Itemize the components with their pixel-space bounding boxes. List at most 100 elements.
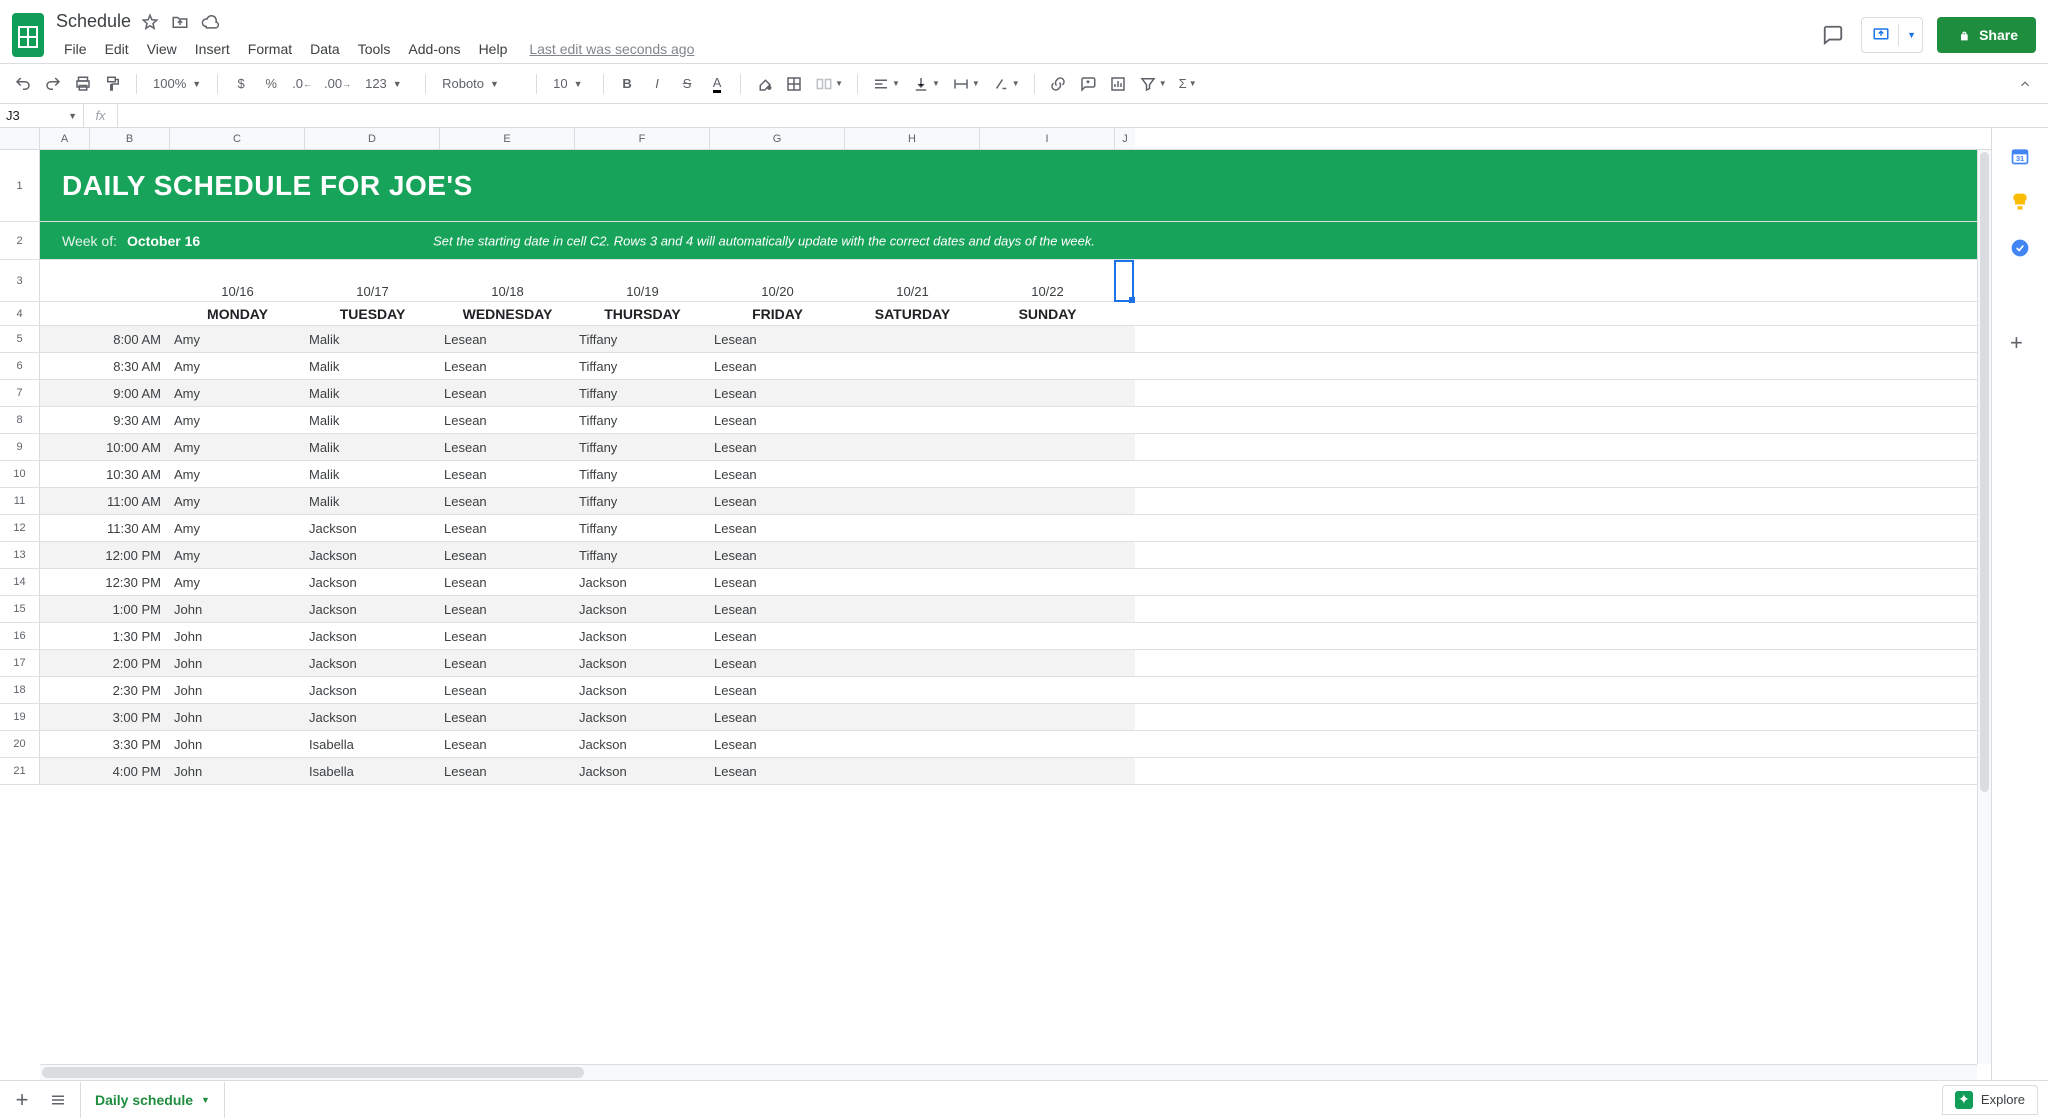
data-cell-20-3[interactable]: Jackson xyxy=(575,731,710,757)
increase-decimal-icon[interactable]: .00→ xyxy=(320,71,355,97)
menu-format[interactable]: Format xyxy=(240,37,300,61)
data-cell-20-6[interactable] xyxy=(980,731,1115,757)
column-header-C[interactable]: C xyxy=(170,128,305,149)
italic-icon[interactable]: I xyxy=(644,71,670,97)
time-cell-10[interactable]: 10:30 AM xyxy=(90,461,170,487)
data-cell-6-2[interactable]: Lesean xyxy=(440,353,575,379)
data-cell-21-3[interactable]: Jackson xyxy=(575,758,710,784)
data-cell-21-0[interactable]: John xyxy=(170,758,305,784)
data-cell-11-1[interactable]: Malik xyxy=(305,488,440,514)
row-header-15[interactable]: 15 xyxy=(0,596,40,622)
data-cell-19-6[interactable] xyxy=(980,704,1115,730)
data-cell-13-0[interactable]: Amy xyxy=(170,542,305,568)
data-cell-19-4[interactable]: Lesean xyxy=(710,704,845,730)
data-cell-16-2[interactable]: Lesean xyxy=(440,623,575,649)
date-header-5[interactable]: 10/21 xyxy=(845,260,980,301)
data-cell-6-4[interactable]: Lesean xyxy=(710,353,845,379)
row-header-12[interactable]: 12 xyxy=(0,515,40,541)
data-cell-21-4[interactable]: Lesean xyxy=(710,758,845,784)
data-cell-18-5[interactable] xyxy=(845,677,980,703)
menu-insert[interactable]: Insert xyxy=(187,37,238,61)
data-cell-14-3[interactable]: Jackson xyxy=(575,569,710,595)
cell-A3[interactable] xyxy=(40,260,90,301)
date-header-3[interactable]: 10/19 xyxy=(575,260,710,301)
data-cell-7-3[interactable]: Tiffany xyxy=(575,380,710,406)
data-cell-7-6[interactable] xyxy=(980,380,1115,406)
row-header-13[interactable]: 13 xyxy=(0,542,40,568)
data-cell-20-5[interactable] xyxy=(845,731,980,757)
borders-icon[interactable] xyxy=(781,71,807,97)
share-button[interactable]: Share xyxy=(1937,17,2036,53)
column-header-G[interactable]: G xyxy=(710,128,845,149)
cell-A13[interactable] xyxy=(40,542,90,568)
text-color-icon[interactable]: A xyxy=(704,71,730,97)
data-cell-16-0[interactable]: John xyxy=(170,623,305,649)
menu-data[interactable]: Data xyxy=(302,37,348,61)
data-cell-20-2[interactable]: Lesean xyxy=(440,731,575,757)
cell-J4[interactable] xyxy=(1115,302,1135,325)
cell-B4[interactable] xyxy=(90,302,170,325)
vertical-scrollbar[interactable] xyxy=(1977,150,1991,1064)
data-cell-19-0[interactable]: John xyxy=(170,704,305,730)
data-cell-5-6[interactable] xyxy=(980,326,1115,352)
day-header-0[interactable]: MONDAY xyxy=(170,302,305,325)
data-cell-20-0[interactable]: John xyxy=(170,731,305,757)
data-cell-6-1[interactable]: Malik xyxy=(305,353,440,379)
data-cell-5-4[interactable]: Lesean xyxy=(710,326,845,352)
data-cell-17-2[interactable]: Lesean xyxy=(440,650,575,676)
all-sheets-icon[interactable] xyxy=(44,1086,72,1114)
redo-icon[interactable] xyxy=(40,71,66,97)
cell-A15[interactable] xyxy=(40,596,90,622)
data-cell-8-5[interactable] xyxy=(845,407,980,433)
cell-A12[interactable] xyxy=(40,515,90,541)
data-cell-10-3[interactable]: Tiffany xyxy=(575,461,710,487)
row-header-19[interactable]: 19 xyxy=(0,704,40,730)
data-cell-7-5[interactable] xyxy=(845,380,980,406)
data-cell-17-4[interactable]: Lesean xyxy=(710,650,845,676)
row-header-2[interactable]: 2 xyxy=(0,222,40,259)
cell-A14[interactable] xyxy=(40,569,90,595)
time-cell-7[interactable]: 9:00 AM xyxy=(90,380,170,406)
comments-icon[interactable] xyxy=(1819,21,1847,49)
data-cell-14-0[interactable]: Amy xyxy=(170,569,305,595)
data-cell-16-5[interactable] xyxy=(845,623,980,649)
column-header-D[interactable]: D xyxy=(305,128,440,149)
vertical-align-icon[interactable]: ▼ xyxy=(908,71,944,97)
data-cell-12-5[interactable] xyxy=(845,515,980,541)
day-header-1[interactable]: TUESDAY xyxy=(305,302,440,325)
data-cell-15-4[interactable]: Lesean xyxy=(710,596,845,622)
data-cell-16-6[interactable] xyxy=(980,623,1115,649)
data-cell-13-6[interactable] xyxy=(980,542,1115,568)
data-cell-14-5[interactable] xyxy=(845,569,980,595)
data-cell-18-4[interactable]: Lesean xyxy=(710,677,845,703)
cell-J5[interactable] xyxy=(1115,326,1135,352)
time-cell-6[interactable]: 8:30 AM xyxy=(90,353,170,379)
data-cell-15-6[interactable] xyxy=(980,596,1115,622)
data-cell-9-5[interactable] xyxy=(845,434,980,460)
data-cell-5-5[interactable] xyxy=(845,326,980,352)
data-cell-19-2[interactable]: Lesean xyxy=(440,704,575,730)
percent-icon[interactable]: % xyxy=(258,71,284,97)
data-cell-10-5[interactable] xyxy=(845,461,980,487)
data-cell-19-3[interactable]: Jackson xyxy=(575,704,710,730)
fill-color-icon[interactable] xyxy=(751,71,777,97)
cell-J10[interactable] xyxy=(1115,461,1135,487)
data-cell-17-3[interactable]: Jackson xyxy=(575,650,710,676)
last-edit-link[interactable]: Last edit was seconds ago xyxy=(529,41,694,57)
day-header-2[interactable]: WEDNESDAY xyxy=(440,302,575,325)
cell-A10[interactable] xyxy=(40,461,90,487)
data-cell-7-1[interactable]: Malik xyxy=(305,380,440,406)
date-header-6[interactable]: 10/22 xyxy=(980,260,1115,301)
data-cell-13-5[interactable] xyxy=(845,542,980,568)
time-cell-8[interactable]: 9:30 AM xyxy=(90,407,170,433)
row-header-8[interactable]: 8 xyxy=(0,407,40,433)
data-cell-10-0[interactable]: Amy xyxy=(170,461,305,487)
cell-J19[interactable] xyxy=(1115,704,1135,730)
data-cell-9-2[interactable]: Lesean xyxy=(440,434,575,460)
row-header-9[interactable]: 9 xyxy=(0,434,40,460)
data-cell-16-4[interactable]: Lesean xyxy=(710,623,845,649)
data-cell-12-2[interactable]: Lesean xyxy=(440,515,575,541)
time-cell-17[interactable]: 2:00 PM xyxy=(90,650,170,676)
data-cell-11-4[interactable]: Lesean xyxy=(710,488,845,514)
cell-A16[interactable] xyxy=(40,623,90,649)
